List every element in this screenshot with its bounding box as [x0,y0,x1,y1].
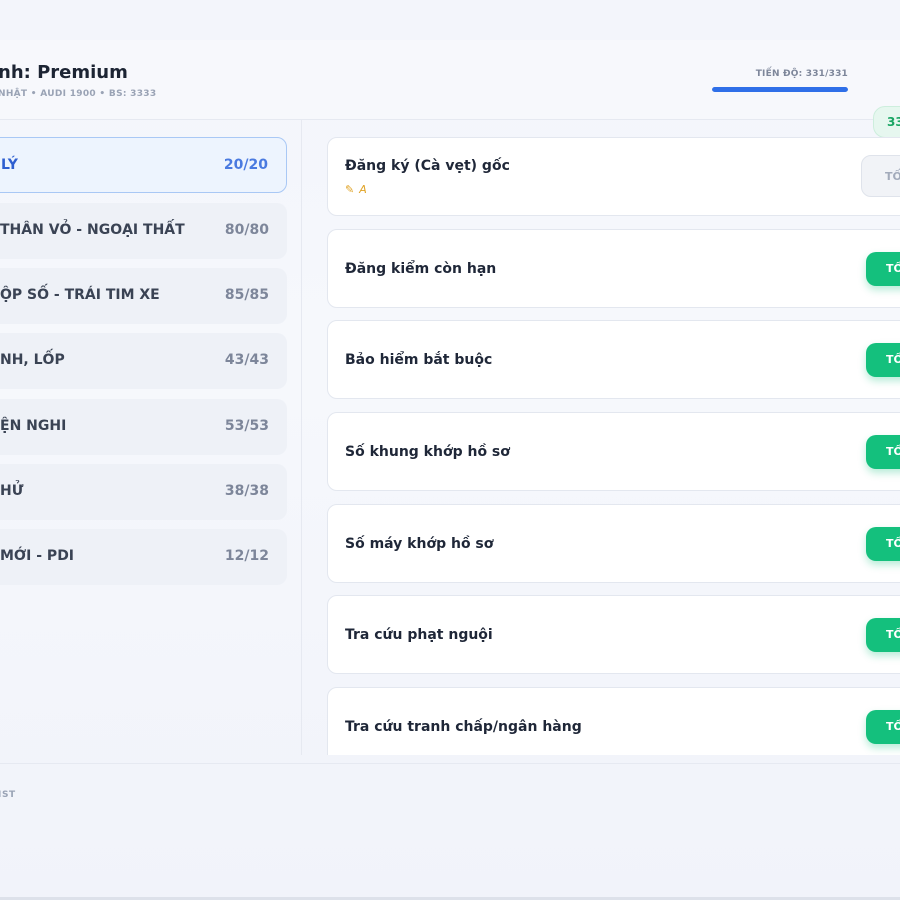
status-button[interactable]: TỐ [866,435,900,469]
status-button[interactable]: TỐ [866,710,900,744]
footer-divider [0,763,900,764]
item-title: Đăng kiểm còn hạn [345,261,497,277]
category-label: ỆN NGHI [0,418,67,434]
status-button[interactable]: TỐ [861,155,900,197]
checklist-item[interactable]: Số khung khớp hồ sơ TỐ [327,412,900,491]
category-count: 12/12 [224,548,269,564]
status-button[interactable]: TỐ [866,343,900,377]
category-item-body-exterior[interactable]: THÂN VỎ - NGOẠI THẤT 80/80 [0,203,287,259]
item-title: Số khung khớp hồ sơ [345,444,510,460]
category-item-brakes-tires[interactable]: NH, LỐP 43/43 [0,333,287,389]
category-label: LÝ [1,157,18,173]
item-title: Số máy khớp hồ sơ [345,536,494,552]
status-button[interactable]: TỐ [866,527,900,561]
item-note-text: A [359,183,367,196]
category-label: HỬ [0,483,24,499]
status-button[interactable]: TỐ [866,252,900,286]
category-item-new-car-pdi[interactable]: MỚI - PDI 12/12 [0,529,287,585]
category-sidebar: LÝ 20/20 THÂN VỎ - NGOẠI THẤT 80/80 ỘP S… [0,120,302,755]
checklist-item[interactable]: Số máy khớp hồ sơ TỐ [327,504,900,583]
page-title: nh: Premium [0,62,128,83]
category-label: ỘP SỐ - TRÁI TIM XE [0,287,160,303]
category-item-engine-gearbox[interactable]: ỘP SỐ - TRÁI TIM XE 85/85 [0,268,287,324]
pencil-icon: ✎ [345,183,355,196]
item-title: Đăng ký (Cà vẹt) gốc [345,158,510,174]
app-page: nh: Premium NHẬT • AUDI 1900 • BS: 3333 … [0,0,900,900]
category-label: NH, LỐP [0,352,65,368]
footer-label: IST [0,790,16,800]
progress-bar [712,87,848,92]
progress-label: TIẾN ĐỘ: 331/331 [755,69,848,79]
checklist-item[interactable]: Tra cứu tranh chấp/ngân hàng TỐ [327,687,900,755]
item-title: Bảo hiểm bắt buộc [345,352,493,368]
category-label: THÂN VỎ - NGOẠI THẤT [0,222,185,238]
vehicle-subtitle: NHẬT • AUDI 1900 • BS: 3333 [0,89,157,99]
category-count: 43/43 [224,352,269,368]
category-item-comfort[interactable]: ỆN NGHI 53/53 [0,399,287,455]
checklist-item[interactable]: Bảo hiểm bắt buộc TỐ [327,320,900,399]
category-count: 20/20 [223,157,268,173]
category-count: 80/80 [224,222,269,238]
category-count: 38/38 [224,483,269,499]
checklist-item[interactable]: Tra cứu phạt nguội TỐ [327,595,900,674]
category-item-legal[interactable]: LÝ 20/20 [0,137,287,193]
category-label: MỚI - PDI [0,548,75,564]
checklist-items: Đăng ký (Cà vẹt) gốc ✎ A TỐ Đăng kiểm còn… [303,120,900,755]
progress-fill [712,87,848,92]
item-title: Tra cứu phạt nguội [345,627,493,643]
item-title: Tra cứu tranh chấp/ngân hàng [345,719,582,735]
checklist-item[interactable]: Đăng kiểm còn hạn TỐ [327,229,900,308]
category-count: 53/53 [224,418,269,434]
top-bar [0,0,900,40]
status-button[interactable]: TỐ [866,618,900,652]
category-item-test-drive[interactable]: HỬ 38/38 [0,464,287,520]
item-note: ✎ A [345,183,367,196]
header: nh: Premium NHẬT • AUDI 1900 • BS: 3333 … [0,40,900,138]
category-count: 85/85 [224,287,269,303]
checklist-item[interactable]: Đăng ký (Cà vẹt) gốc ✎ A TỐ [327,137,900,216]
